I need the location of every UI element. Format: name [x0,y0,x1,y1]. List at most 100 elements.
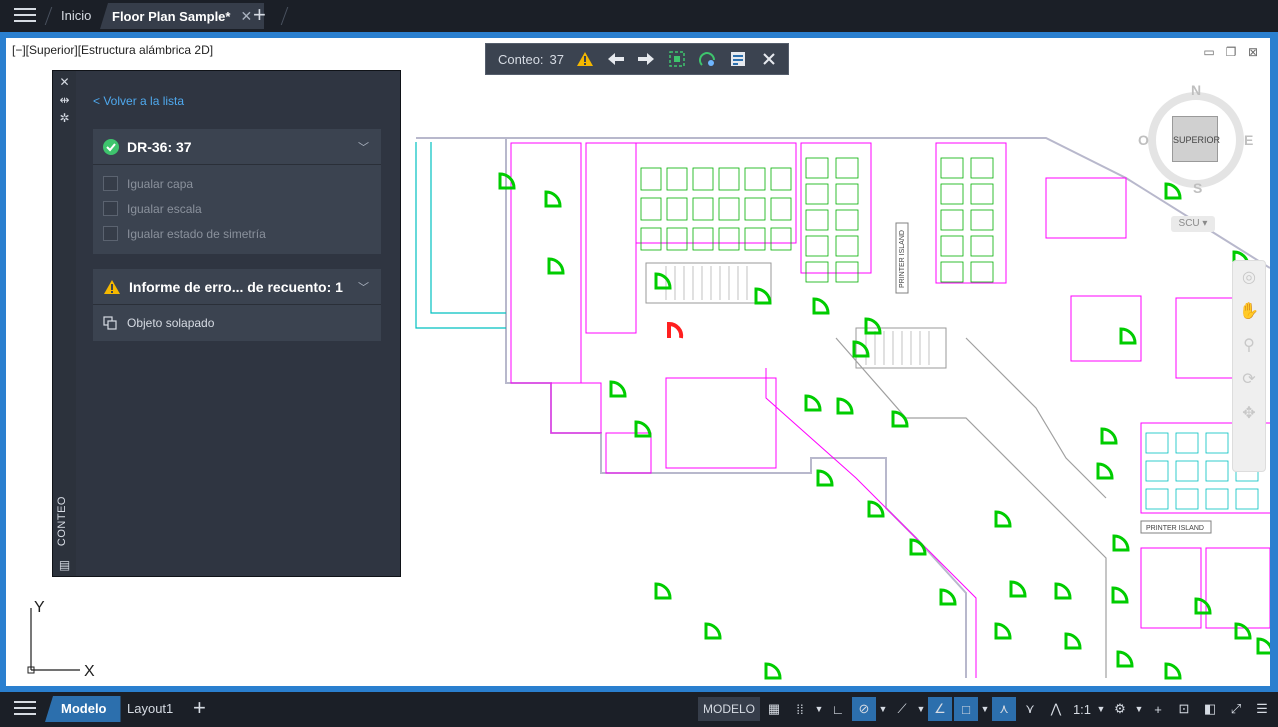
door-block [547,257,565,275]
chevron-down-icon[interactable]: ▼ [814,704,824,714]
compass-west[interactable]: O [1138,132,1149,148]
snap-mode-icon[interactable]: ⁞⁞ [788,697,812,721]
close-palette-icon[interactable]: ✕ [58,76,71,89]
warning-icon[interactable] [574,47,597,71]
door-block [939,588,957,606]
door-block [891,410,909,428]
overlapping-object-item[interactable]: Objeto solapado [93,305,381,341]
add-icon[interactable]: + [1146,697,1170,721]
tab-model[interactable]: Modelo [45,696,121,722]
tab-layout1[interactable]: Layout1 [127,696,173,722]
customization-menu-icon[interactable]: ☰ [1250,697,1274,721]
block-section-title: DR-36: 37 [127,138,192,155]
clean-screen-icon[interactable]: ⤢ [1224,697,1248,721]
match-layer-checkbox[interactable] [103,176,118,191]
close-icon[interactable]: ⊠ [1246,46,1260,58]
replace-block-icon[interactable] [696,47,719,71]
orbit-icon[interactable]: ⟳ [1233,363,1265,397]
palette-title-strip[interactable]: ✕ ⇹ ✲ CONTEO ▤ [53,71,76,576]
model-space-button[interactable]: MODELO [697,697,760,721]
back-to-list-link[interactable]: < Volver a la lista [93,94,184,108]
count-palette: ✕ ⇹ ✲ CONTEO ▤ < Volver a la lista DR-36… [52,70,401,577]
close-count-toolbar-icon[interactable] [757,47,780,71]
layout-list-menu-icon[interactable] [14,701,36,717]
isolate-objects-icon[interactable]: ◧ [1198,697,1222,721]
tab-inicio[interactable]: Inicio [61,3,91,29]
object-snap-icon[interactable]: □ [954,697,978,721]
viewport-controls-label[interactable]: [−][Superior][Estructura alámbrica 2D] [12,43,213,57]
annotation-visibility-icon[interactable]: ⋏ [992,697,1016,721]
ucs-menu-button[interactable]: SCU ▾ [1171,216,1215,232]
match-mirror-option[interactable]: Igualar estado de simetría [93,221,381,246]
annotation-scale-icon[interactable]: ⋀ [1044,697,1068,721]
minimize-icon[interactable]: ▭ [1202,46,1216,58]
door-block [634,420,652,438]
workstation [692,197,714,221]
chevron-down-icon[interactable]: ▼ [916,704,926,714]
restore-icon[interactable]: ❐ [1224,46,1238,58]
grid-icon[interactable]: ▦ [762,697,786,721]
compass-south[interactable]: S [1193,180,1202,196]
chevron-down-icon[interactable]: ▼ [878,704,888,714]
chevron-down-icon[interactable]: ﹀ [358,139,369,155]
object-snap-tracking-icon[interactable]: ∠ [928,697,952,721]
match-scale-checkbox[interactable] [103,201,118,216]
auto-hide-icon[interactable]: ⇹ [58,94,71,107]
match-mirror-checkbox[interactable] [103,226,118,241]
workspace-gear-icon[interactable]: ⚙ [1108,697,1132,721]
palette-properties-icon[interactable]: ✲ [58,112,71,125]
workstation [744,167,766,191]
zoom-icon[interactable]: ⚲ [1233,329,1265,363]
error-section-header[interactable]: Informe de erro... de recuento: 1 ﹀ [93,269,381,305]
corridor-wall [835,337,1107,678]
close-tab-icon[interactable]: ✕ [240,8,252,24]
ucs-x-label: X [84,663,95,678]
hardware-acceleration-icon[interactable]: ⊡ [1172,697,1196,721]
showmotion-icon[interactable]: ✥ [1233,397,1265,431]
block-section-header[interactable]: DR-36: 37 ﹀ [93,129,381,165]
door-block [804,394,822,412]
workstation [835,157,859,179]
door-block [654,582,672,600]
viewcube[interactable]: SUPERIOR N S E O [1136,80,1256,200]
previous-arrow-icon[interactable] [605,47,628,71]
workstation [805,183,829,205]
chevron-down-icon[interactable]: ▼ [980,704,990,714]
workstation [835,209,859,231]
match-layer-option[interactable]: Igualar capa [93,171,381,196]
next-arrow-icon[interactable] [635,47,658,71]
room-partition [1045,177,1127,239]
ucs-y-label: Y [34,599,45,616]
workstation [770,227,792,251]
zoom-to-selection-icon[interactable] [666,47,689,71]
insert-count-table-icon[interactable] [727,47,750,71]
workstation [1175,432,1199,454]
new-layout-button[interactable]: + [193,696,206,722]
chevron-down-icon[interactable]: ﹀ [358,279,369,295]
tab-floor-plan-sample[interactable]: Floor Plan Sample* ✕ [100,3,265,29]
steering-wheel-icon[interactable]: ◎ [1233,261,1265,295]
door-block [816,469,834,487]
door-block [1116,650,1134,668]
viewcube-top-face[interactable]: SUPERIOR [1172,116,1220,162]
compass-north[interactable]: N [1191,82,1201,98]
compass-east[interactable]: E [1244,132,1253,148]
pan-icon[interactable]: ✋ [1233,295,1265,329]
tab-separator [280,7,289,25]
door-block [754,287,772,305]
isodraft-icon[interactable]: ⟋ [890,697,914,721]
match-scale-option[interactable]: Igualar escala [93,196,381,221]
chevron-down-icon[interactable]: ▼ [1134,704,1144,714]
chevron-down-icon[interactable]: ▼ [1096,704,1106,714]
corridor-partition [765,368,977,678]
ortho-icon[interactable]: ∟ [826,697,850,721]
new-tab-button[interactable]: + [253,4,266,26]
room-partition [665,377,777,469]
door-block [1234,622,1252,640]
workstation [1145,432,1169,454]
polar-tracking-icon[interactable]: ⊘ [852,697,876,721]
option-label: Igualar escala [127,201,202,216]
application-menu-icon[interactable] [14,8,36,24]
auto-scale-icon[interactable]: ⋎ [1018,697,1042,721]
scale-value[interactable]: 1:1 [1070,697,1094,721]
